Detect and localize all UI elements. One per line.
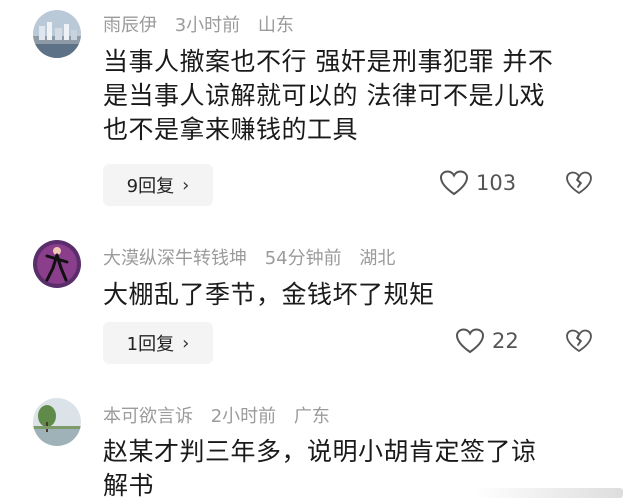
heart-outline-icon (456, 328, 484, 354)
username[interactable]: 本可欲言诉 (103, 406, 193, 427)
reply-label: 9回复 (126, 176, 175, 197)
reply-label: 1回复 (126, 334, 175, 355)
timestamp: 2小时前 (210, 406, 277, 427)
like-count: 22 (492, 329, 519, 353)
chevron-right-icon: › (182, 174, 190, 196)
dislike-button[interactable] (566, 171, 592, 199)
comment-line: 大棚乱了季节，金钱坏了规矩 (103, 280, 435, 309)
comment-meta: 大漠纵深牛转钱坤 54分钟前 湖北 (103, 244, 407, 270)
comment-line: 当事人撤案也不行 强奸是刑事犯罪 并不 (103, 47, 554, 76)
timestamp: 3小时前 (174, 15, 241, 36)
comment-line: 是当事人谅解就可以的 法律可不是儿戏 (103, 81, 545, 110)
avatar[interactable] (33, 10, 81, 58)
heart-outline-icon (440, 170, 468, 196)
like-count: 103 (476, 171, 517, 195)
watermark (473, 488, 623, 498)
comment-line: 赵某才判三年多，说明小胡肯定签了谅 (103, 437, 537, 466)
avatar[interactable] (33, 398, 81, 446)
comment-text: 当事人撤案也不行 强奸是刑事犯罪 并不 是当事人谅解就可以的 法律可不是儿戏 也… (103, 45, 603, 147)
like-button[interactable]: 22 (456, 328, 519, 354)
like-button[interactable]: 103 (440, 170, 516, 196)
timestamp: 54分钟前 (264, 248, 342, 269)
chevron-right-icon: › (182, 332, 190, 354)
location: 湖北 (359, 248, 396, 269)
reply-button[interactable]: 9回复 › (103, 164, 213, 206)
broken-heart-icon (566, 171, 592, 194)
location: 山东 (257, 15, 294, 36)
dislike-button[interactable] (566, 329, 592, 357)
comment-meta: 本可欲言诉 2小时前 广东 (103, 402, 342, 428)
comment-line: 也不是拿来赚钱的工具 (103, 115, 359, 144)
comment-text: 大棚乱了季节，金钱坏了规矩 (103, 278, 603, 312)
location: 广东 (293, 406, 330, 427)
comment-meta: 雨辰伊 3小时前 山东 (103, 11, 306, 37)
broken-heart-icon (566, 329, 592, 352)
reply-button[interactable]: 1回复 › (103, 322, 213, 364)
username[interactable]: 大漠纵深牛转钱坤 (103, 248, 247, 269)
avatar[interactable] (33, 240, 81, 288)
username[interactable]: 雨辰伊 (103, 15, 157, 36)
